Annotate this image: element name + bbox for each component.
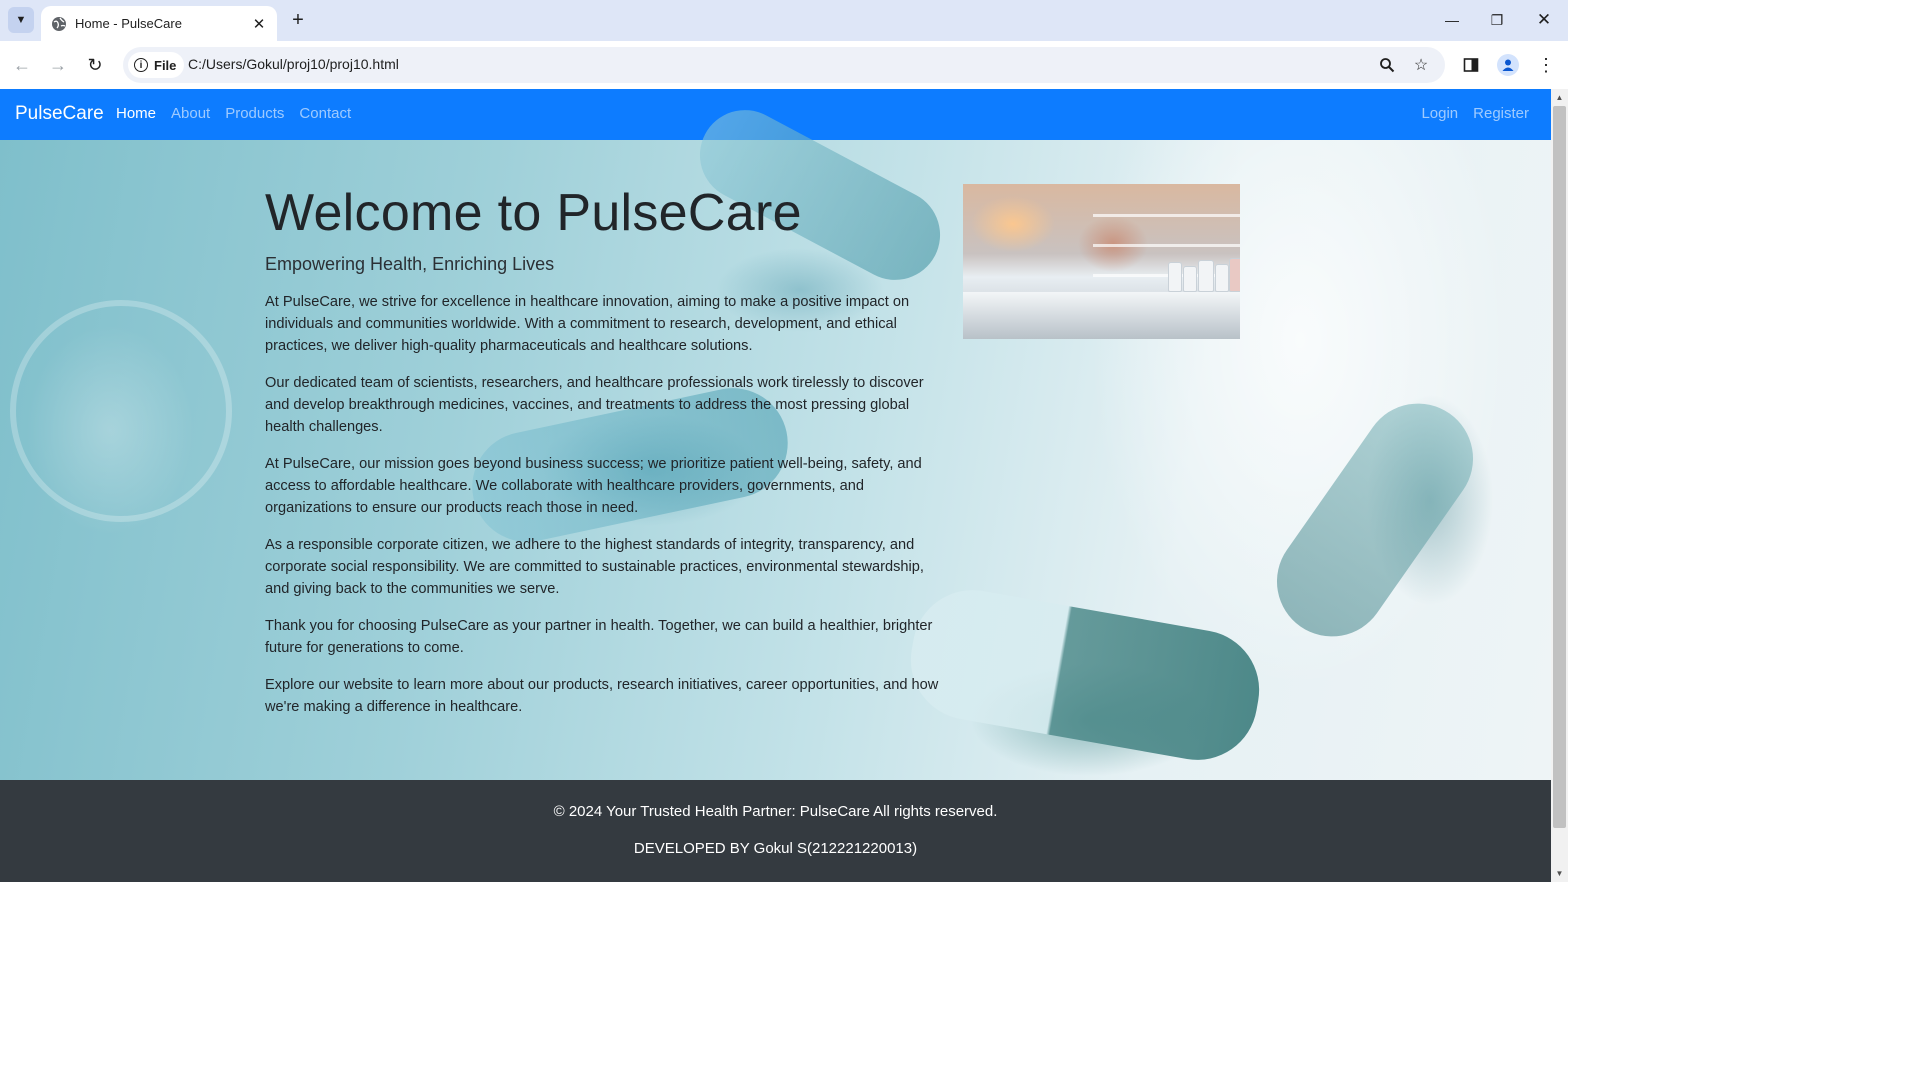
vertical-scrollbar[interactable]: ▲ ▼ [1551,89,1568,882]
forward-button[interactable]: → [44,51,72,79]
tab-search-button[interactable]: ▼ [8,7,34,33]
nav-link-home[interactable]: Home [116,105,156,122]
zoom-icon[interactable] [1376,54,1398,76]
capsule-decoration [901,580,1269,770]
reload-button[interactable]: ↻ [81,51,109,79]
auth-links: Login Register [1421,105,1529,122]
scroll-thumb[interactable] [1553,106,1566,828]
tab-title: Home - PulseCare [75,16,182,31]
profile-button[interactable] [1494,51,1522,79]
address-bar[interactable]: i File C:/Users/Gokul/proj10/proj10.html… [123,47,1445,83]
page-title: Welcome to PulseCare [265,184,802,242]
nav-links: Home About Products Contact [116,105,351,122]
browser-toolbar: ← → ↻ i File C:/Users/Gokul/proj10/proj1… [0,41,1568,89]
mission-paragraph: At PulseCare, our mission goes beyond bu… [265,455,922,516]
info-icon: i [134,58,148,72]
nav-link-login[interactable]: Login [1421,105,1458,122]
avatar [1497,54,1519,76]
minimize-button[interactable]: — [1430,6,1474,34]
close-window-button[interactable]: ✕ [1522,6,1566,34]
browser-chrome: ▼ Home - PulseCare ✕ + — ❐ ✕ ← → ↻ i Fil… [0,0,1568,89]
explore-paragraph: Explore our website to learn more about … [265,676,939,715]
page-subtitle: Empowering Health, Enriching Lives [265,253,555,274]
globe-icon [52,16,66,31]
site-info-chip[interactable]: i File [128,52,185,78]
footer-developer: DEVELOPED BY Gokul S(212221220013) [633,840,918,857]
page-viewport: PulseCare Home About Products Contact Lo… [0,89,1551,882]
team-paragraph: Our dedicated team of scientists, resear… [265,374,924,435]
side-panel-icon[interactable] [1457,51,1485,79]
hero-section: Welcome to PulseCare Empowering Health, … [0,94,1551,780]
nav-link-register[interactable]: Register [1473,105,1529,122]
thanks-paragraph: Thank you for choosing PulseCare as your… [265,617,933,656]
nav-link-contact[interactable]: Contact [299,105,351,122]
tab-strip: ▼ Home - PulseCare ✕ + — ❐ ✕ [0,0,1568,41]
close-tab-icon[interactable]: ✕ [249,14,269,34]
back-button[interactable]: ← [8,51,36,79]
scroll-up-arrow[interactable]: ▲ [1551,89,1568,106]
chevron-down-icon: ▼ [15,14,27,26]
responsibility-paragraph: As a responsible corporate citizen, we a… [265,536,924,597]
molecule-decoration [10,300,232,522]
capsule-decoration [1255,381,1495,659]
site-chip-label: File [154,57,177,73]
pharmacy-image [963,184,1240,339]
hero-content: Welcome to PulseCare Empowering Health, … [265,184,940,733]
bookmark-star-icon[interactable]: ☆ [1410,54,1432,76]
counter-surface [963,292,1240,339]
menu-kebab-icon[interactable]: ⋮ [1532,51,1560,79]
url-text[interactable]: C:/Users/Gokul/proj10/proj10.html [188,56,399,72]
restore-button[interactable]: ❐ [1475,6,1519,34]
brand-logo[interactable]: PulseCare [15,103,104,125]
nav-link-products[interactable]: Products [225,105,284,122]
scroll-down-arrow[interactable]: ▼ [1551,865,1568,882]
new-tab-button[interactable]: + [287,9,309,31]
nav-link-about[interactable]: About [171,105,210,122]
intro-paragraph: At PulseCare, we strive for excellence i… [265,293,910,354]
site-footer: © 2024 Your Trusted Health Partner: Puls… [0,780,1551,882]
active-tab[interactable]: Home - PulseCare ✕ [41,6,277,41]
footer-copyright: © 2024 Your Trusted Health Partner: Puls… [553,803,998,820]
